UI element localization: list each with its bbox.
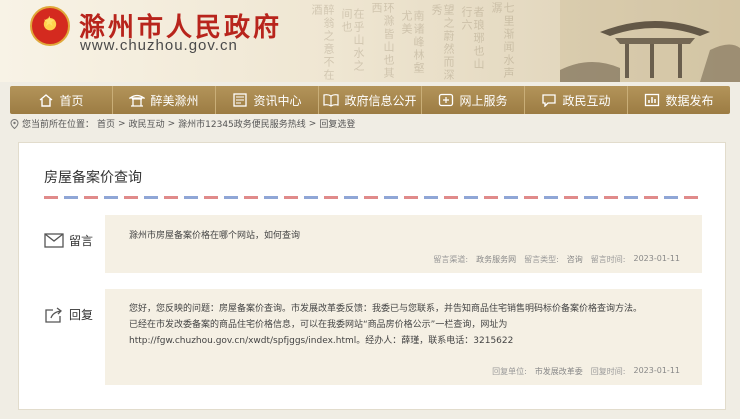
breadcrumb-link-replies[interactable]: 回复选登 (319, 117, 355, 130)
breadcrumb-separator: > (118, 118, 126, 129)
reply-time-key: 回复时间: (590, 367, 626, 376)
chat-icon (542, 94, 557, 107)
reply-unit-key: 回复单位: (492, 367, 527, 376)
breadcrumb: 您当前所在位置： 首页 > 政民互动 > 滁州市12345政务便民服务热线 > … (10, 117, 355, 130)
nav-label: 资讯中心 (253, 93, 302, 108)
pavilion-illustration (560, 0, 740, 82)
channel-key: 留言渠道: (433, 255, 469, 264)
nav-label: 政府信息公开 (344, 93, 417, 108)
nav-item-scenery[interactable]: 醉美滁州 (113, 86, 216, 114)
reply-label: 回复 (44, 306, 93, 323)
pavilion-icon (129, 94, 146, 107)
message-box: 滁州市房屋备案价格在哪个网站，如何查询 留言渠道: 政务服务网 留言类型: 咨询… (105, 215, 702, 273)
service-icon (439, 93, 454, 107)
nav-label: 醉美滁州 (150, 93, 199, 108)
home-icon (40, 94, 53, 107)
message-time-value: 2023-01-11 (633, 254, 681, 263)
message-label: 留言 (44, 232, 93, 249)
breadcrumb-prefix: 您当前所在位置： (22, 120, 95, 130)
type-value: 咨询 (566, 255, 583, 264)
nav-label: 网上服务 (459, 93, 508, 108)
national-emblem-logo[interactable] (30, 6, 70, 46)
main-nav: 首页 醉美滁州 资讯中心 政府信息公开 网上服务 政民互动 数据发布 (10, 86, 730, 114)
location-icon (10, 118, 19, 129)
reply-share-icon (45, 306, 62, 323)
reply-line: 已经在市发改委备案的商品住宅价格信息，可以在我委网站“商品房价格公示”一栏查询，… (129, 320, 508, 330)
nav-label: 首页 (59, 93, 84, 108)
breadcrumb-link-interaction[interactable]: 政民互动 (129, 117, 165, 130)
message-meta: 留言渠道: 政务服务网 留言类型: 咨询 留言时间: 2023-01-11 (433, 254, 680, 265)
content-card: 房屋备案价查询 留言 滁州市房屋备案价格在哪个网站，如何查询 留言渠道: 政务服… (18, 142, 726, 410)
nav-item-gov-info[interactable]: 政府信息公开 (319, 86, 422, 114)
reply-label-text: 回复 (69, 308, 94, 322)
breadcrumb-separator: > (308, 118, 317, 129)
message-label-text: 留言 (69, 234, 94, 248)
breadcrumb-link-hotline[interactable]: 滁州市12345政务便民服务热线 (178, 117, 306, 130)
channel-value: 政务服务网 (476, 255, 517, 264)
reply-meta: 回复单位: 市发展改革委 回复时间: 2023-01-11 (492, 366, 680, 377)
chart-icon (645, 93, 660, 107)
reply-box: 您好，您反映的问题：房屋备案价查询。市发展改革委反馈：我委已与您联系，并告知商品… (105, 289, 702, 385)
nav-item-home[interactable]: 首页 (10, 86, 113, 114)
site-header: 醉翁之意不在酒 在乎山水之间也 环滁皆山也其西 南诸峰林壑尤美 望之蔚然而深秀 … (0, 0, 740, 82)
type-key: 留言类型: (524, 255, 559, 264)
reply-text: 您好，您反映的问题：房屋备案价查询。市发展改革委反馈：我委已与您联系，并告知商品… (129, 301, 683, 349)
message-time-key: 留言时间: (590, 255, 626, 264)
site-url: www.chuzhou.gov.cn (80, 37, 238, 54)
envelope-icon (44, 233, 64, 248)
nav-label: 政民互动 (562, 93, 611, 108)
message-text: 滁州市房屋备案价格在哪个网站，如何查询 (129, 231, 301, 241)
nav-label: 数据发布 (665, 93, 714, 108)
reply-line: http://fgw.chuzhou.gov.cn/xwdt/spfjggs/i… (129, 336, 514, 346)
reply-line: 您好，您反映的问题：房屋备案价查询。市发展改革委反馈：我委已与您联系，并告知商品… (129, 304, 643, 314)
page-title: 房屋备案价查询 (44, 170, 142, 186)
breadcrumb-link-home[interactable]: 首页 (97, 117, 115, 130)
breadcrumb-separator: > (167, 118, 176, 129)
news-icon (233, 93, 248, 107)
nav-item-interaction[interactable]: 政民互动 (525, 86, 628, 114)
book-icon (323, 94, 340, 107)
nav-item-online-service[interactable]: 网上服务 (422, 86, 525, 114)
nav-item-data-release[interactable]: 数据发布 (628, 86, 730, 114)
airmail-divider (44, 196, 699, 199)
nav-item-news[interactable]: 资讯中心 (216, 86, 319, 114)
calligraphy-background: 醉翁之意不在酒 在乎山水之间也 环滁皆山也其西 南诸峰林壑尤美 望之蔚然而深秀 … (310, 2, 515, 82)
reply-time-value: 2023-01-11 (633, 366, 681, 375)
reply-unit-value: 市发展改革委 (534, 367, 583, 376)
